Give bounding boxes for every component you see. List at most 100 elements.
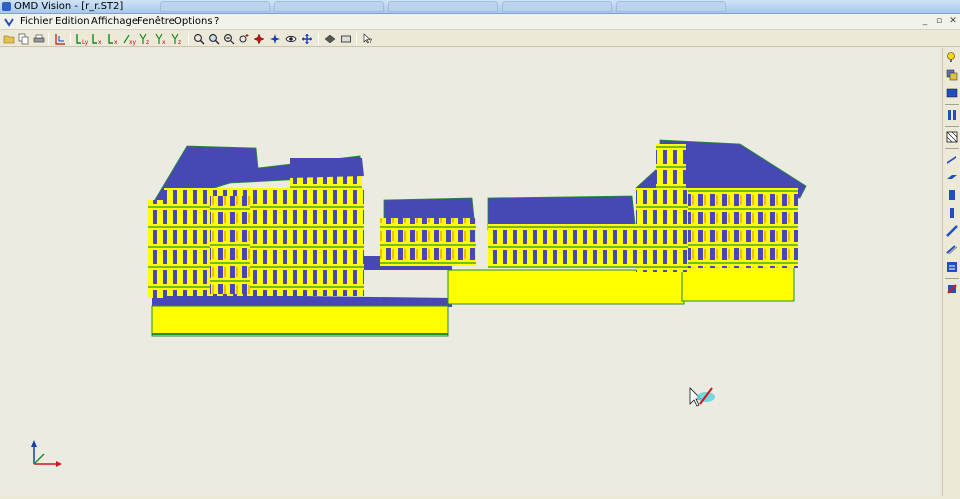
building-model [31,139,807,467]
visibility-button[interactable] [284,32,298,46]
side-tool-mesh[interactable] [945,130,959,144]
right-block-front [636,188,688,272]
print-icon [33,34,45,43]
side-tool-load[interactable] [945,260,959,274]
side-tool-solid[interactable] [945,86,959,100]
columns-icon [948,110,956,120]
menu-affichage[interactable]: Affichage [91,16,138,27]
zoom-window-icon [209,34,220,45]
view-xy-button[interactable]: xy [122,32,136,46]
solid-view-icon [946,88,958,98]
zoom-icon [194,34,205,45]
render-button[interactable] [339,32,353,46]
side-tool-wall[interactable] [945,188,959,202]
move-button[interactable] [300,32,314,46]
star-select-icon [253,33,265,45]
menu-fenetre[interactable]: Fenêtre [137,16,175,27]
podium-front-right [681,262,795,302]
lightbulb-help-icon [947,52,955,62]
axis-lx-icon: x [92,34,102,46]
svg-text:x: x [162,39,166,46]
zoom-window-button[interactable] [207,32,221,46]
side-tool-column[interactable] [945,206,959,220]
svg-text:xy: xy [129,39,136,46]
side-tool-columns[interactable] [945,108,959,122]
svg-text:z: z [178,39,181,46]
stair-icon [946,245,958,255]
podium-front-middle [447,269,685,305]
pan-button[interactable] [252,32,266,46]
context-help-button[interactable]: ? [361,32,375,46]
3d-viewport[interactable] [0,48,940,496]
view-yz-button[interactable]: z [138,32,152,46]
axis-lx-alt-icon: x [108,34,118,46]
background-tab [616,1,726,12]
svg-text:x: x [98,39,102,46]
toolbar-separator [318,33,319,45]
restore-button[interactable]: ▫ [934,16,944,26]
side-tool-beam[interactable] [945,152,959,166]
title-bar: OMD Vision - [r_r.ST2] [0,0,960,14]
menu-edition[interactable]: Edition [55,16,90,27]
copy-button[interactable] [17,32,31,46]
zoom-extents-button[interactable] [237,32,251,46]
axis-yx-icon: x [155,33,166,46]
window-title: OMD Vision - [r_r.ST2] [14,1,124,12]
view-yx-button[interactable]: x [154,32,168,46]
delete-element-icon [947,284,957,294]
side-tool-slab[interactable] [945,170,959,184]
axis-yz-icon: z [139,33,149,46]
document-icon[interactable] [4,17,14,27]
side-tool-stair[interactable] [945,242,959,256]
side-separator [945,104,959,105]
slab-icon [947,175,957,179]
perspective-button[interactable] [323,32,337,46]
toolbar-separator [356,33,357,45]
beam-icon [947,156,956,164]
perspective-icon [324,34,336,44]
view-lx-alt-button[interactable]: x [106,32,120,46]
frame-button[interactable] [53,32,67,46]
axis-yz-alt-icon: z [171,33,181,46]
menu-help[interactable]: ? [214,16,219,27]
menu-bar: Fichier Edition Affichage Fenêtre Option… [0,14,960,30]
side-tool-brace[interactable] [945,224,959,238]
podium-front-left [151,305,449,337]
side-tool-delete[interactable] [945,282,959,296]
middle-right-front [488,224,636,268]
background-browser-tabs [160,1,726,12]
axis-xy-icon: xy [123,34,136,46]
layers-icon [946,69,958,81]
load-icon [947,262,957,272]
view-yz-alt-button[interactable]: z [170,32,184,46]
minimize-button[interactable]: _ [920,16,930,26]
view-ly-button[interactable]: Ly [74,32,88,46]
zoom-extents-icon [239,34,249,43]
side-separator [945,148,959,149]
side-tool-layers[interactable] [945,68,959,82]
zoom-button[interactable] [192,32,206,46]
close-button[interactable]: ✕ [948,16,958,26]
frame-axis-icon [55,34,65,45]
side-toolbar [942,48,960,496]
svg-text:z: z [146,39,149,46]
rotate-button[interactable] [268,32,282,46]
background-tab [160,1,270,12]
right-block-side [688,188,798,268]
menu-options[interactable]: Options [174,16,213,27]
render-icon [341,35,351,43]
view-lx-button[interactable]: x [90,32,104,46]
print-button[interactable] [32,32,46,46]
side-separator [945,126,959,127]
side-tool-help[interactable] [945,50,959,64]
open-folder-icon [3,35,15,44]
background-tab [274,1,384,12]
open-button[interactable] [2,32,16,46]
left-block-side [148,200,164,298]
eye-icon [285,35,297,43]
zoom-out-button[interactable] [222,32,236,46]
move-arrows-icon [302,34,312,44]
menu-fichier[interactable]: Fichier [20,16,53,27]
rotate-cursor-icon [689,387,715,407]
toolbar-separator [48,33,49,45]
